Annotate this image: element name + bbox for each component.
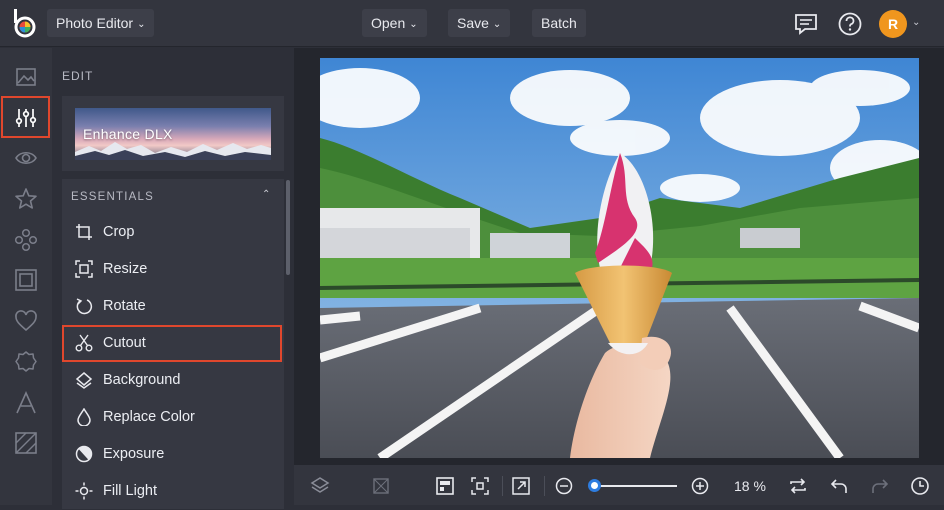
befunky-logo[interactable] bbox=[12, 8, 38, 38]
image-icon[interactable] bbox=[13, 64, 39, 90]
tool-label: Fill Light bbox=[103, 483, 157, 499]
enhance-dlx-thumbnail: Enhance DLX bbox=[75, 108, 271, 160]
tool-label: Background bbox=[103, 372, 181, 388]
actual-size-icon[interactable] bbox=[470, 476, 490, 496]
help-icon[interactable] bbox=[837, 11, 863, 37]
chevron-up-icon[interactable]: ⌃ bbox=[262, 189, 270, 200]
transparency-grid-icon[interactable] bbox=[371, 476, 391, 496]
enhance-dlx-label: Enhance DLX bbox=[83, 126, 173, 142]
crop-icon bbox=[76, 224, 92, 240]
scissors-icon bbox=[75, 334, 93, 352]
open-menu[interactable]: Open ⌄ bbox=[362, 9, 427, 37]
save-menu[interactable]: Save ⌄ bbox=[448, 9, 511, 37]
user-avatar[interactable]: R bbox=[879, 10, 907, 38]
open-label: Open bbox=[371, 15, 406, 31]
tool-label: Replace Color bbox=[103, 409, 195, 425]
panel-scrollbar[interactable] bbox=[286, 180, 290, 275]
fit-to-screen-icon[interactable] bbox=[435, 476, 455, 496]
zoom-slider-handle[interactable] bbox=[588, 479, 601, 492]
tool-resize[interactable]: Resize bbox=[62, 251, 282, 288]
tool-background[interactable]: Background bbox=[62, 362, 282, 399]
frame-icon[interactable] bbox=[13, 267, 39, 293]
chevron-down-icon[interactable]: ⌄ bbox=[912, 17, 920, 28]
tool-fill-light[interactable]: Fill Light bbox=[62, 473, 282, 510]
chat-icon[interactable] bbox=[793, 11, 819, 37]
tool-crop[interactable]: Crop bbox=[62, 214, 282, 251]
resize-icon bbox=[75, 260, 93, 278]
photo-editor-label: Photo Editor bbox=[56, 15, 134, 31]
exposure-icon bbox=[75, 445, 93, 463]
background-icon bbox=[75, 372, 93, 389]
bottom-toolbar: 18 % bbox=[294, 465, 944, 505]
essentials-section: ESSENTIALS ⌃ Crop Resize Rotate Cutout B… bbox=[62, 179, 284, 509]
zoom-out-icon[interactable] bbox=[554, 476, 574, 496]
chevron-down-icon: ⌄ bbox=[137, 19, 146, 30]
tool-exposure[interactable]: Exposure bbox=[62, 436, 282, 473]
tool-label: Resize bbox=[103, 261, 148, 277]
batch-label: Batch bbox=[541, 15, 577, 31]
droplet-icon bbox=[77, 408, 91, 426]
heart-icon[interactable] bbox=[13, 308, 39, 334]
chevron-down-icon: ⌄ bbox=[492, 19, 502, 30]
panel-title: EDIT bbox=[62, 69, 94, 83]
compare-icon[interactable] bbox=[788, 476, 808, 496]
edit-category-button[interactable] bbox=[1, 96, 50, 138]
tool-label: Rotate bbox=[103, 298, 146, 314]
photo-editor-menu[interactable]: Photo Editor ⌄ bbox=[47, 9, 155, 37]
divider bbox=[544, 476, 545, 496]
zoom-level: 18 % bbox=[734, 478, 766, 494]
sun-icon bbox=[75, 482, 93, 500]
divider bbox=[502, 476, 503, 496]
essentials-header[interactable]: ESSENTIALS bbox=[71, 191, 154, 203]
tool-replace-color[interactable]: Replace Color bbox=[62, 399, 282, 436]
tool-rotate[interactable]: Rotate bbox=[62, 288, 282, 325]
zoom-slider-track[interactable] bbox=[595, 485, 677, 487]
edit-panel: EDIT Enhance DLX ESSENTIALS ⌃ Crop Resiz… bbox=[52, 48, 294, 509]
zoom-in-icon[interactable] bbox=[690, 476, 710, 496]
history-icon[interactable] bbox=[910, 476, 930, 496]
rotate-icon bbox=[76, 298, 93, 315]
enhance-dlx-card[interactable]: Enhance DLX bbox=[62, 96, 284, 171]
eye-icon[interactable] bbox=[13, 145, 39, 171]
graphics-icon[interactable] bbox=[13, 227, 39, 253]
star-icon[interactable] bbox=[13, 186, 39, 212]
batch-button[interactable]: Batch bbox=[532, 9, 586, 37]
expand-icon[interactable] bbox=[511, 476, 531, 496]
layers-icon[interactable] bbox=[310, 476, 330, 496]
save-label: Save bbox=[457, 15, 489, 31]
redo-icon[interactable] bbox=[870, 476, 890, 496]
tool-label: Exposure bbox=[103, 446, 165, 462]
text-icon[interactable] bbox=[13, 390, 39, 416]
tool-label: Cutout bbox=[103, 335, 146, 351]
badge-icon[interactable] bbox=[13, 349, 39, 375]
tool-cutout[interactable]: Cutout bbox=[62, 325, 282, 362]
top-bar: Photo Editor ⌄ Open ⌄ Save ⌄ Batch R ⌄ bbox=[0, 0, 944, 47]
undo-icon[interactable] bbox=[829, 476, 849, 496]
tool-category-bar bbox=[0, 48, 52, 505]
texture-icon[interactable] bbox=[13, 430, 39, 456]
adjust-sliders-icon bbox=[15, 109, 37, 127]
photo-canvas[interactable] bbox=[320, 58, 919, 458]
chevron-down-icon: ⌄ bbox=[409, 19, 418, 30]
tool-label: Crop bbox=[103, 224, 135, 240]
